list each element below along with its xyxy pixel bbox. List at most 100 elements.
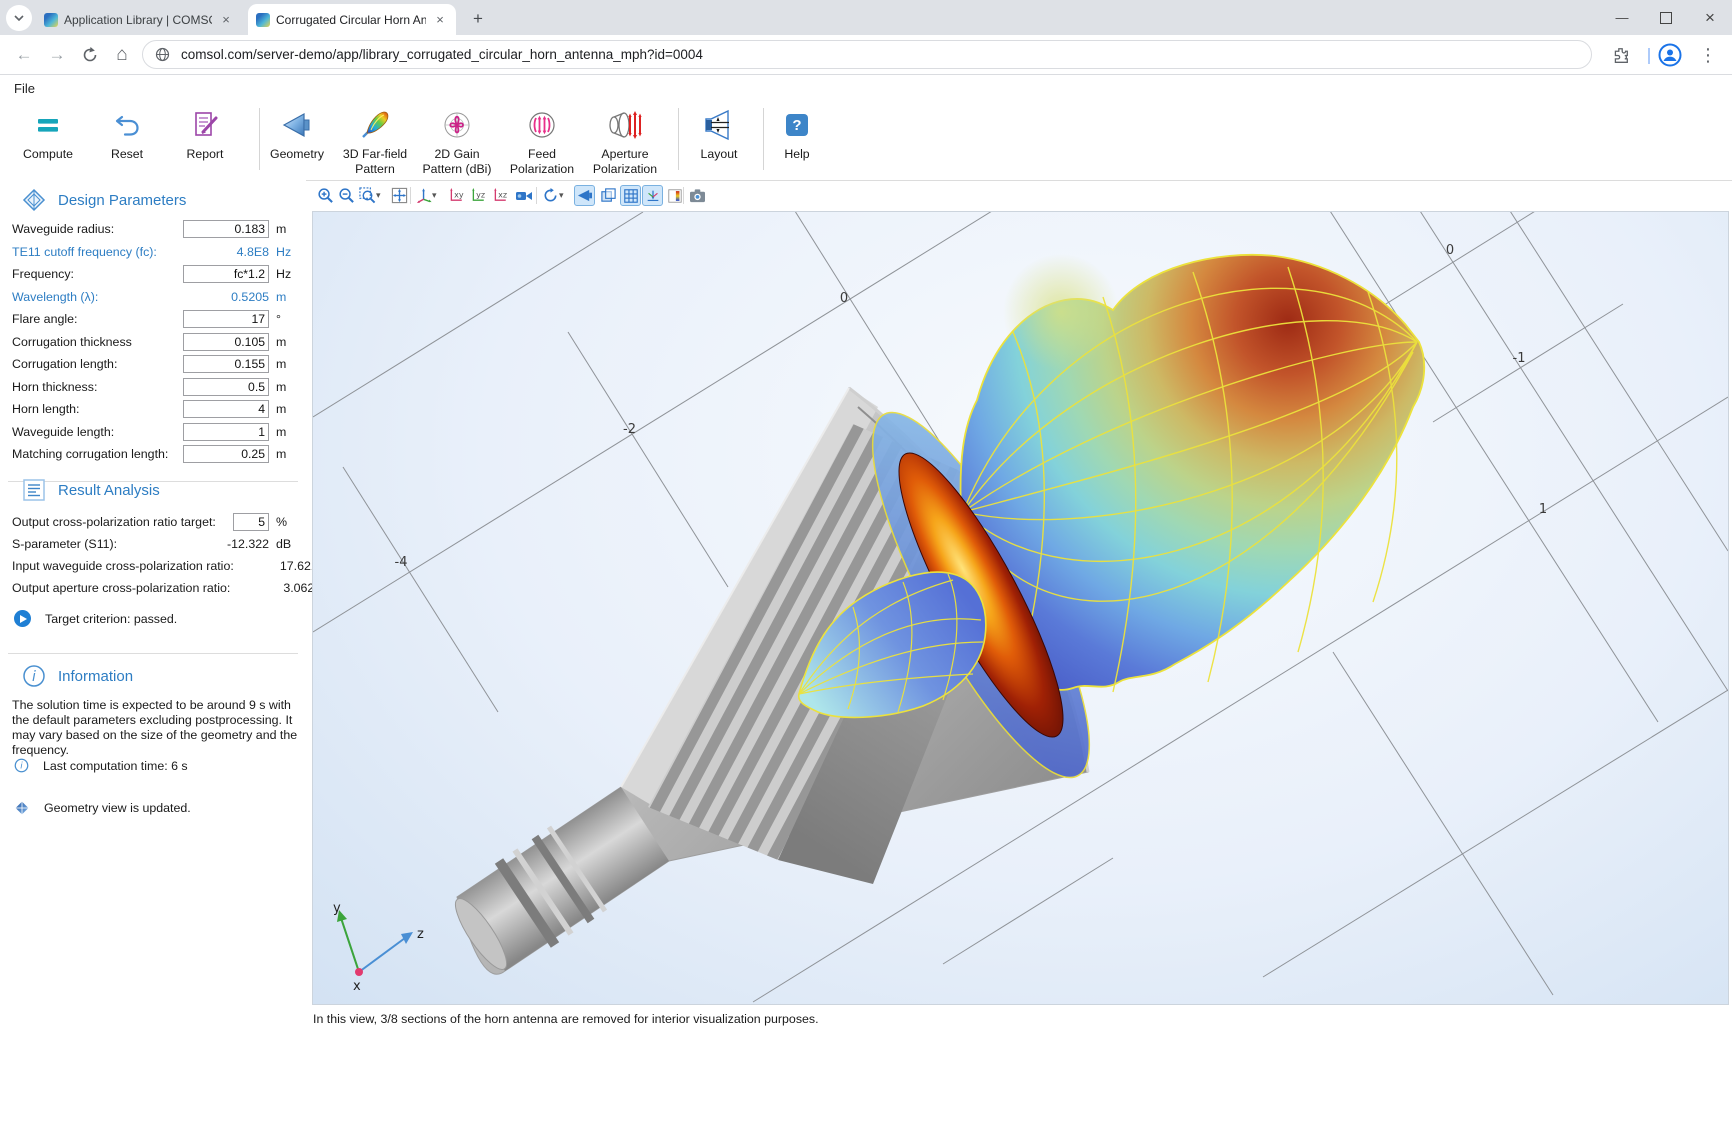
waveguide-radius-input[interactable]: [183, 220, 269, 238]
reset-icon: [92, 104, 162, 146]
ribbon-separator: [763, 108, 764, 170]
rotate-dropdown-caret[interactable]: ▾: [559, 190, 564, 201]
window-maximize-button[interactable]: [1644, 0, 1688, 35]
geometry-status-row: Geometry view is updated.: [14, 800, 191, 816]
scene-3d: 0 -2 -4 0 -1 1 y z x: [313, 212, 1728, 1004]
transparency-icon[interactable]: [598, 185, 619, 206]
section-divider: [8, 653, 298, 654]
farfield-3d-icon: [333, 104, 417, 146]
tab-search-chevron-icon[interactable]: [6, 5, 32, 31]
frequency-input[interactable]: [183, 265, 269, 283]
rotate-icon[interactable]: [540, 185, 561, 206]
svg-text:xy: xy: [454, 190, 464, 199]
extensions-puzzle-icon[interactable]: [1608, 43, 1632, 67]
maximize-icon: [1660, 12, 1672, 24]
param-row: Wavelength (λ):0.5205m: [12, 286, 300, 308]
reset-button[interactable]: Reset: [92, 104, 162, 162]
tab-close-icon[interactable]: ×: [432, 12, 448, 28]
reload-button[interactable]: [78, 43, 102, 67]
yz-view-icon[interactable]: yz: [469, 185, 490, 206]
target-criterion-status: Target criterion: passed.: [45, 612, 177, 626]
horn-thickness-input[interactable]: [183, 378, 269, 396]
view-dropdown-caret[interactable]: ▾: [432, 190, 437, 201]
application-window: Application Library | COMSOL S × Corruga…: [0, 0, 1732, 1145]
zoom-extents-icon[interactable]: [389, 185, 410, 206]
show-grid-toggle[interactable]: [620, 185, 641, 206]
axis-tick-label: 1: [1539, 502, 1547, 517]
axis-tick-label: 0: [840, 291, 848, 306]
comsol-favicon-icon: [44, 13, 58, 27]
z-axis-label: z: [417, 927, 424, 942]
window-minimize-button[interactable]: —: [1600, 0, 1644, 35]
file-menu[interactable]: File: [14, 81, 35, 96]
waveguide-length-input[interactable]: [183, 423, 269, 441]
matching-corrugation-length-input[interactable]: [183, 445, 269, 463]
graphics-toolbar: ▾ ▾ xy yz xz ▾: [312, 184, 1728, 210]
xz-view-icon[interactable]: xz: [491, 185, 512, 206]
profile-avatar[interactable]: [1658, 43, 1682, 67]
report-icon: [170, 104, 240, 146]
graphics-canvas[interactable]: 0 -2 -4 0 -1 1 y z x: [312, 211, 1729, 1005]
compute-button[interactable]: Compute: [13, 104, 83, 162]
help-button[interactable]: ? Help: [767, 104, 827, 162]
back-button[interactable]: ←: [12, 43, 36, 67]
last-computation-text: Last computation time: 6 s: [43, 759, 188, 773]
toolbar-separator: [683, 187, 684, 204]
show-axes-toggle[interactable]: [642, 185, 663, 206]
tab-corrugated-horn[interactable]: Corrugated Circular Horn Anten ×: [248, 4, 456, 35]
layout-button[interactable]: Layout: [684, 104, 754, 162]
aperture-polarization-button[interactable]: Aperture Polarization: [580, 104, 670, 176]
corrugation-length-input[interactable]: [183, 355, 269, 373]
axis-tick-label: -2: [623, 422, 636, 437]
s11-value: -12.322: [185, 537, 269, 551]
feed-polarization-icon: [500, 104, 584, 146]
xy-view-icon[interactable]: xy: [447, 185, 468, 206]
settings-panel: Design Parameters Waveguide radius:m TE1…: [0, 180, 306, 1145]
axis-tick-label: -4: [395, 555, 408, 570]
x-axis-label: x: [353, 979, 361, 994]
snapshot-camera-icon[interactable]: [687, 185, 708, 206]
site-info-globe-icon[interactable]: [155, 47, 170, 62]
report-button[interactable]: Report: [170, 104, 240, 162]
compute-icon: [13, 104, 83, 146]
browser-menu-dots[interactable]: ⋮: [1696, 43, 1720, 67]
zoom-box-icon[interactable]: [357, 185, 378, 206]
zoom-in-icon[interactable]: [315, 185, 336, 206]
help-icon: ?: [767, 104, 827, 146]
cross-pol-target-input[interactable]: [233, 513, 269, 531]
play-icon: [14, 610, 31, 627]
coordinate-triad: y z x: [333, 901, 424, 994]
corrugation-thickness-input[interactable]: [183, 333, 269, 351]
new-tab-button[interactable]: +: [466, 7, 490, 31]
window-close-button[interactable]: ×: [1688, 0, 1732, 35]
zoom-dropdown-caret[interactable]: ▾: [376, 190, 381, 201]
zoom-out-icon[interactable]: [336, 185, 357, 206]
wavelength-value: 0.5205: [185, 290, 269, 304]
show-geometry-toggle[interactable]: [574, 185, 595, 206]
flare-angle-input[interactable]: [183, 310, 269, 328]
address-bar[interactable]: [142, 40, 1592, 69]
feed-polarization-button[interactable]: Feed Polarization: [500, 104, 584, 176]
horn-length-input[interactable]: [183, 400, 269, 418]
info-small-icon: i: [14, 758, 29, 773]
url-input[interactable]: [179, 46, 1579, 63]
svg-text:xz: xz: [498, 190, 507, 199]
param-row: Horn thickness:m: [12, 376, 300, 398]
tab-close-icon[interactable]: ×: [218, 12, 234, 28]
svg-text:yz: yz: [476, 190, 485, 199]
tab-application-library[interactable]: Application Library | COMSOL S ×: [36, 4, 242, 35]
result-analysis-icon: [22, 478, 46, 502]
input-cross-pol-value: 17.621: [234, 559, 318, 573]
scene-light-icon[interactable]: [513, 185, 534, 206]
color-legend-icon[interactable]: [664, 185, 685, 206]
last-computation-row: i Last computation time: 6 s: [14, 758, 188, 773]
profile-separator: [1648, 48, 1650, 64]
information-header: i Information: [22, 664, 133, 688]
geometry-button[interactable]: Geometry: [262, 104, 332, 162]
app-ribbon: Compute Reset Report Geometry 3D F: [0, 100, 1732, 181]
aperture-polarization-icon: [580, 104, 670, 146]
gain-2d-button[interactable]: 2D Gain Pattern (dBi): [413, 104, 501, 176]
home-button[interactable]: ⌂: [110, 43, 134, 67]
forward-button[interactable]: →: [45, 43, 69, 67]
farfield-3d-button[interactable]: 3D Far-field Pattern: [333, 104, 417, 176]
